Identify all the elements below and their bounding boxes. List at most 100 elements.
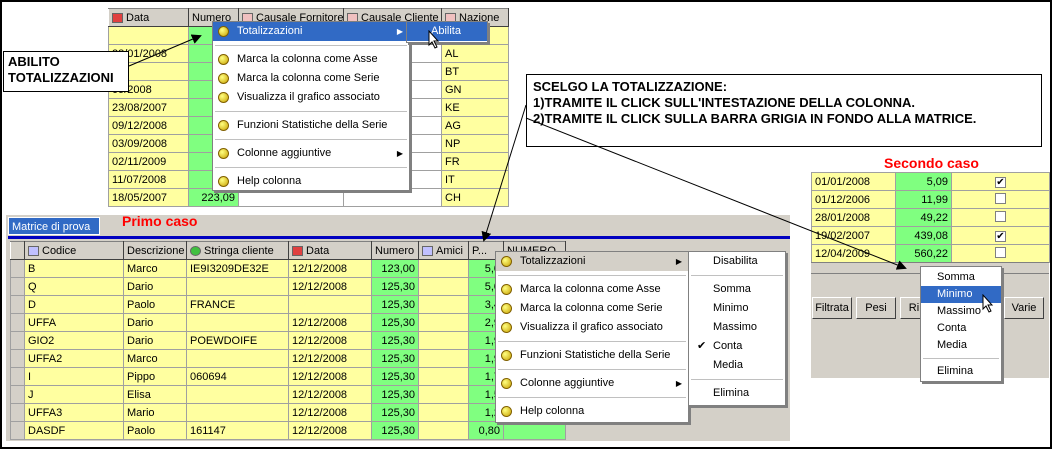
cell-p[interactable]: 0,80 [468,421,504,440]
cell-descrizione[interactable]: Mario [123,403,187,422]
menu-item-abilita[interactable]: Abilita [407,22,487,41]
cell-numero[interactable]: 125,30 [371,313,419,332]
cell-numero[interactable]: 125,30 [371,403,419,422]
table-row[interactable]: UFFA3 Mario 12/12/2008 125,30 1,2 [10,403,566,422]
row-selector[interactable] [10,259,25,278]
cell-nazione[interactable]: BT [441,62,509,81]
cell-data[interactable]: 12/12/2008 [288,313,372,332]
cell-data[interactable]: 28/01/2008 [811,208,896,227]
cell-amici[interactable] [418,403,469,422]
cell-data[interactable] [288,295,372,314]
table-row[interactable]: D Paolo FRANCE 125,30 3,4 [10,295,566,314]
cell-data[interactable]: 18/05/2007 [108,188,189,207]
cell-descrizione[interactable]: Marco [123,349,187,368]
cell-stringa-cliente[interactable]: 060694 [186,367,289,386]
table-row[interactable]: 01/01/2008 5,09 ✔ [811,172,1050,191]
cell-data[interactable] [108,26,189,45]
cell-amici[interactable] [418,259,469,278]
cell-numero[interactable]: 439,08 [895,226,952,245]
cell-data[interactable]: 09/12/2008 [108,116,189,135]
menu-item-totalizzazioni[interactable]: Totalizzazioni ▶ [213,22,409,41]
row-selector[interactable] [10,385,25,404]
cell-codice[interactable]: B [24,259,124,278]
table-row[interactable]: 01/12/2006 11,99 [811,190,1050,209]
menu-item-colonne-aggiuntive[interactable]: Colonne aggiuntive ▶ [496,374,688,393]
cell-data[interactable]: 12/12/2008 [288,385,372,404]
cell-nazione[interactable]: GN [441,80,509,99]
cell-data[interactable]: 12/04/2009 [811,244,896,263]
row-selector[interactable] [10,367,25,386]
table-row[interactable]: 18/05/2007 223,09 CH [108,188,509,207]
cell-numero[interactable]: 125,30 [371,385,419,404]
table-row[interactable]: B Marco IE9I3209DE32E 12/12/2008 123,00 5,0 [10,259,566,278]
menu-item-elimina[interactable]: Elimina [689,384,785,403]
cell-codice[interactable]: J [24,385,124,404]
checkbox[interactable] [995,210,1006,222]
menu-item-somma[interactable]: Somma [689,280,785,299]
cell-amici[interactable] [418,331,469,350]
cell-stringa-cliente[interactable] [186,277,289,296]
column-header-descrizione[interactable]: Descrizione [123,241,187,260]
cell-codice[interactable]: DASDF [24,421,124,440]
menu-item-conta[interactable]: Conta [921,320,1001,337]
cell-stringa-cliente[interactable] [186,385,289,404]
row-selector[interactable] [10,331,25,350]
table-row[interactable]: DASDF Paolo 161147 12/12/2008 125,30 0,80 [10,421,566,440]
cell-data[interactable]: 12/12/2008 [288,259,372,278]
cell-numero[interactable]: 125,30 [371,331,419,350]
column-header-stringa-cliente[interactable]: Stringa cliente [186,241,289,260]
cell-codice[interactable]: I [24,367,124,386]
cell-nazione[interactable]: NP [441,134,509,153]
cell-descrizione[interactable]: Dario [123,331,187,350]
row-selector[interactable] [10,349,25,368]
cell-numero[interactable]: 560,22 [895,244,952,263]
cell-nazione[interactable]: AL [441,44,509,63]
cell-stringa-cliente[interactable]: FRANCE [186,295,289,314]
cell-data[interactable]: 11/07/2008 [108,170,189,189]
menu-item-media[interactable]: Media [689,356,785,375]
menu-item-disabilita[interactable]: Disabilita [689,252,785,271]
cell-amici[interactable] [418,349,469,368]
cell-amici[interactable] [418,421,469,440]
cell-descrizione[interactable]: Dario [123,277,187,296]
checkbox[interactable] [995,192,1006,204]
cell-numero[interactable]: 49,22 [895,208,952,227]
cell-amici[interactable] [418,277,469,296]
menu-item-somma[interactable]: Somma [921,269,1001,286]
menu-item-colonne-aggiuntive[interactable]: Colonne aggiuntive ▶ [213,144,409,163]
table-row[interactable]: 19/02/2007 439,08 ✔ [811,226,1050,245]
menu-item-conta[interactable]: ✔ Conta [689,337,785,356]
menu-item-totalizzazioni[interactable]: Totalizzazioni ▶ [496,252,688,271]
checkbox[interactable]: ✔ [995,230,1006,242]
column-header-data[interactable]: Data [108,8,189,27]
cell-codice[interactable]: Q [24,277,124,296]
cell-nazione[interactable]: IT [441,170,509,189]
button-varie[interactable]: Varie [1004,297,1044,319]
menu-item-funzioni-statistiche[interactable]: Funzioni Statistiche della Serie [213,116,409,135]
cell-nazione[interactable]: AG [441,116,509,135]
menu-item-funzioni-statistiche[interactable]: Funzioni Statistiche della Serie [496,346,688,365]
cell-codice[interactable]: UFFA3 [24,403,124,422]
cell-data[interactable]: 19/02/2007 [811,226,896,245]
cell-numero[interactable]: 11,99 [895,190,952,209]
checkbox[interactable] [995,246,1006,258]
table-row[interactable]: 28/01/2008 49,22 [811,208,1050,227]
cell-data[interactable]: 03/09/2008 [108,134,189,153]
table-row[interactable]: UFFA2 Marco 12/12/2008 125,30 1,9 [10,349,566,368]
cell-descrizione[interactable]: Paolo [123,295,187,314]
cell-codice[interactable]: UFFA2 [24,349,124,368]
cell-checkbox[interactable] [951,190,1050,209]
cell-descrizione[interactable]: Pippo [123,367,187,386]
menu-item-marca-serie[interactable]: Marca la colonna come Serie [496,299,688,318]
cell-numero[interactable]: 125,30 [371,349,419,368]
cell-data[interactable]: 12/12/2008 [288,349,372,368]
tab-matrice-di-prova[interactable]: Matrice di prova [8,217,100,235]
row-selector[interactable] [10,403,25,422]
cell-descrizione[interactable]: Paolo [123,421,187,440]
cell-checkbox[interactable]: ✔ [951,172,1050,191]
cell-stringa-cliente[interactable]: IE9I3209DE32E [186,259,289,278]
cell-nazione[interactable]: CH [441,188,509,207]
row-selector[interactable] [10,313,25,332]
cell-causale-fornitore[interactable] [238,188,344,207]
cell-numero-2[interactable] [503,421,566,440]
